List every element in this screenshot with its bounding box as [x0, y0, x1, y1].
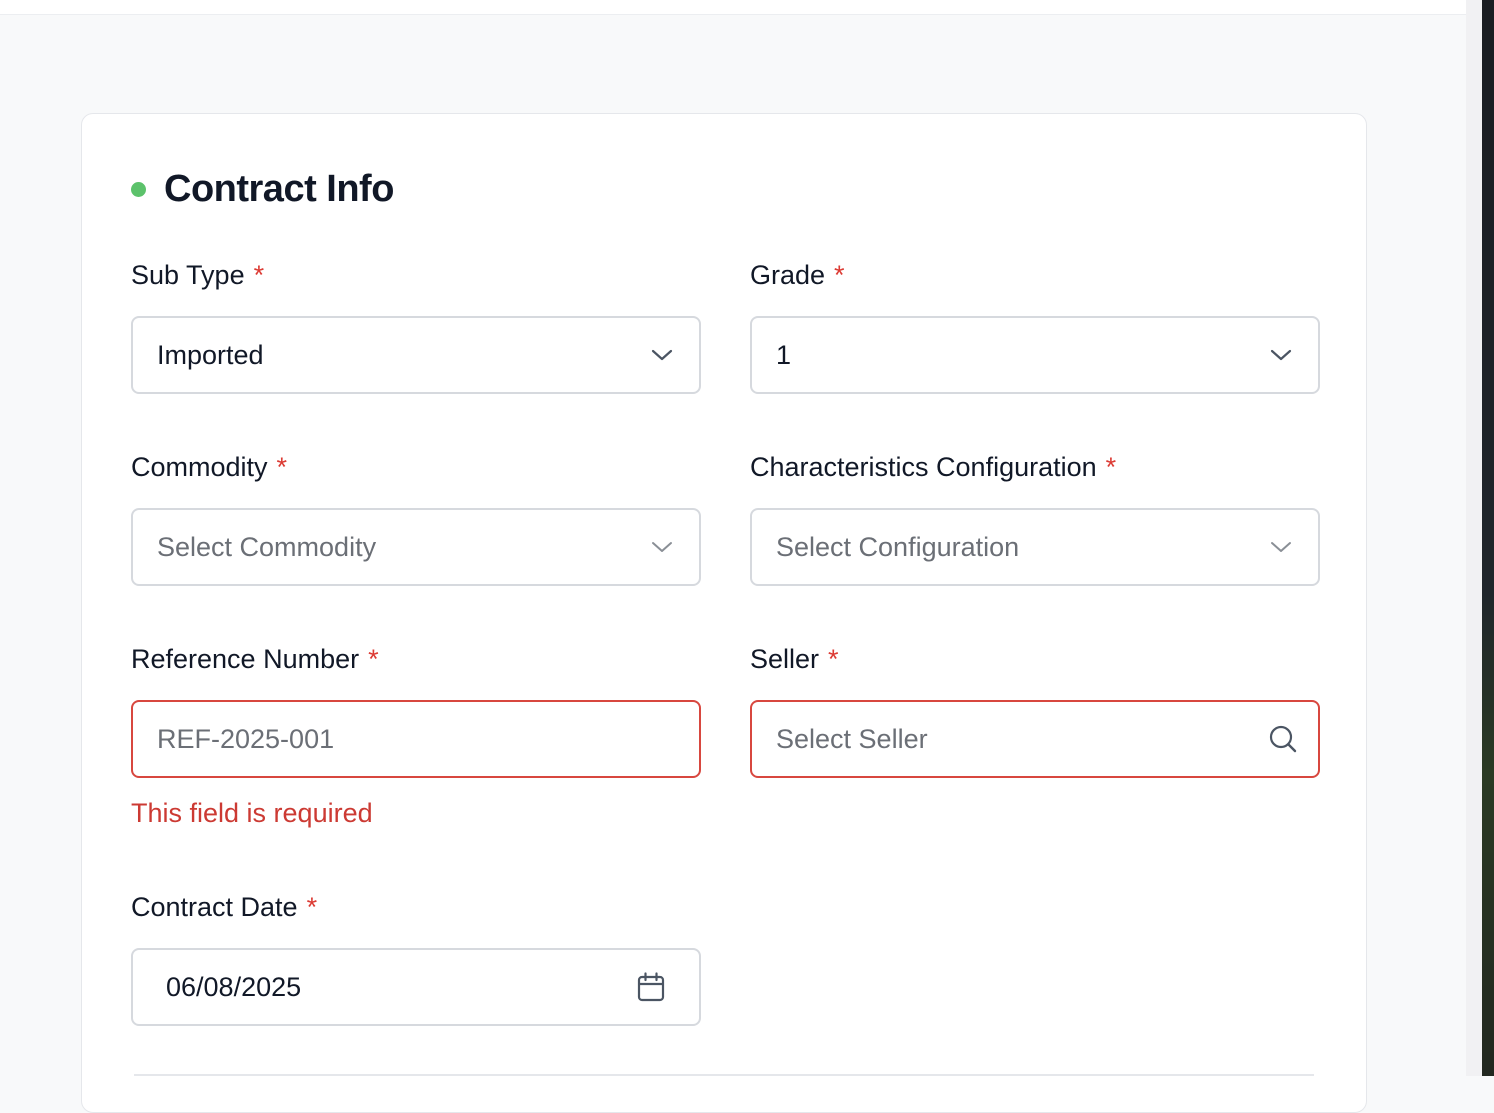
characteristics-configuration-placeholder: Select Configuration [776, 531, 1020, 562]
section-header: Contract Info [131, 168, 394, 211]
contract-date-required-mark: * [306, 892, 318, 922]
seller-search-input[interactable]: Select Seller [750, 700, 1320, 778]
contract-date-input[interactable]: 06/08/2025 [131, 948, 701, 1026]
commodity-placeholder: Select Commodity [157, 531, 377, 562]
contract-date-label: Contract Date * [131, 892, 317, 923]
characteristics-configuration-required-mark: * [1105, 452, 1117, 482]
scrollbar-track[interactable] [1466, 0, 1482, 1076]
commodity-label-text: Commodity [131, 452, 268, 482]
chevron-down-icon [1270, 348, 1292, 362]
reference-number-placeholder: REF-2025-001 [157, 723, 335, 754]
sub-type-select[interactable]: Imported [131, 316, 701, 394]
grade-select[interactable]: 1 [750, 316, 1320, 394]
chevron-down-icon [651, 348, 673, 362]
characteristics-configuration-label: Characteristics Configuration * [750, 452, 1116, 483]
sub-type-label-text: Sub Type [131, 260, 245, 290]
reference-number-label: Reference Number * [131, 644, 379, 675]
chevron-down-icon [1270, 540, 1292, 554]
sub-type-label: Sub Type * [131, 260, 264, 291]
seller-placeholder: Select Seller [776, 723, 928, 754]
commodity-select[interactable]: Select Commodity [131, 508, 701, 586]
grade-label-text: Grade [750, 260, 826, 290]
contract-date-value: 06/08/2025 [166, 971, 302, 1002]
commodity-label: Commodity * [131, 452, 287, 483]
status-dot [131, 182, 146, 197]
characteristics-configuration-label-text: Characteristics Configuration [750, 452, 1097, 482]
calendar-icon[interactable] [637, 972, 665, 1002]
grade-value: 1 [776, 339, 792, 370]
sub-type-value: Imported [157, 339, 264, 370]
background-edge [1482, 0, 1494, 1076]
top-bar [0, 0, 1466, 15]
reference-number-input[interactable]: REF-2025-001 [131, 700, 701, 778]
grade-label: Grade * [750, 260, 845, 291]
sub-type-required-mark: * [253, 260, 265, 290]
characteristics-configuration-select[interactable]: Select Configuration [750, 508, 1320, 586]
reference-number-label-text: Reference Number [131, 644, 360, 674]
commodity-required-mark: * [276, 452, 288, 482]
reference-number-error: This field is required [131, 798, 373, 828]
chevron-down-icon [651, 540, 673, 554]
section-title: Contract Info [164, 168, 394, 210]
contract-info-card: Contract Info Sub Type * Imported Grade * … [81, 113, 1367, 1113]
reference-number-required-mark: * [368, 644, 379, 674]
search-icon[interactable] [1268, 724, 1298, 754]
grade-required-mark: * [834, 260, 845, 290]
seller-label: Seller * [750, 644, 839, 675]
seller-label-text: Seller [750, 644, 820, 674]
contract-date-label-text: Contract Date [131, 892, 298, 922]
seller-required-mark: * [828, 644, 839, 674]
